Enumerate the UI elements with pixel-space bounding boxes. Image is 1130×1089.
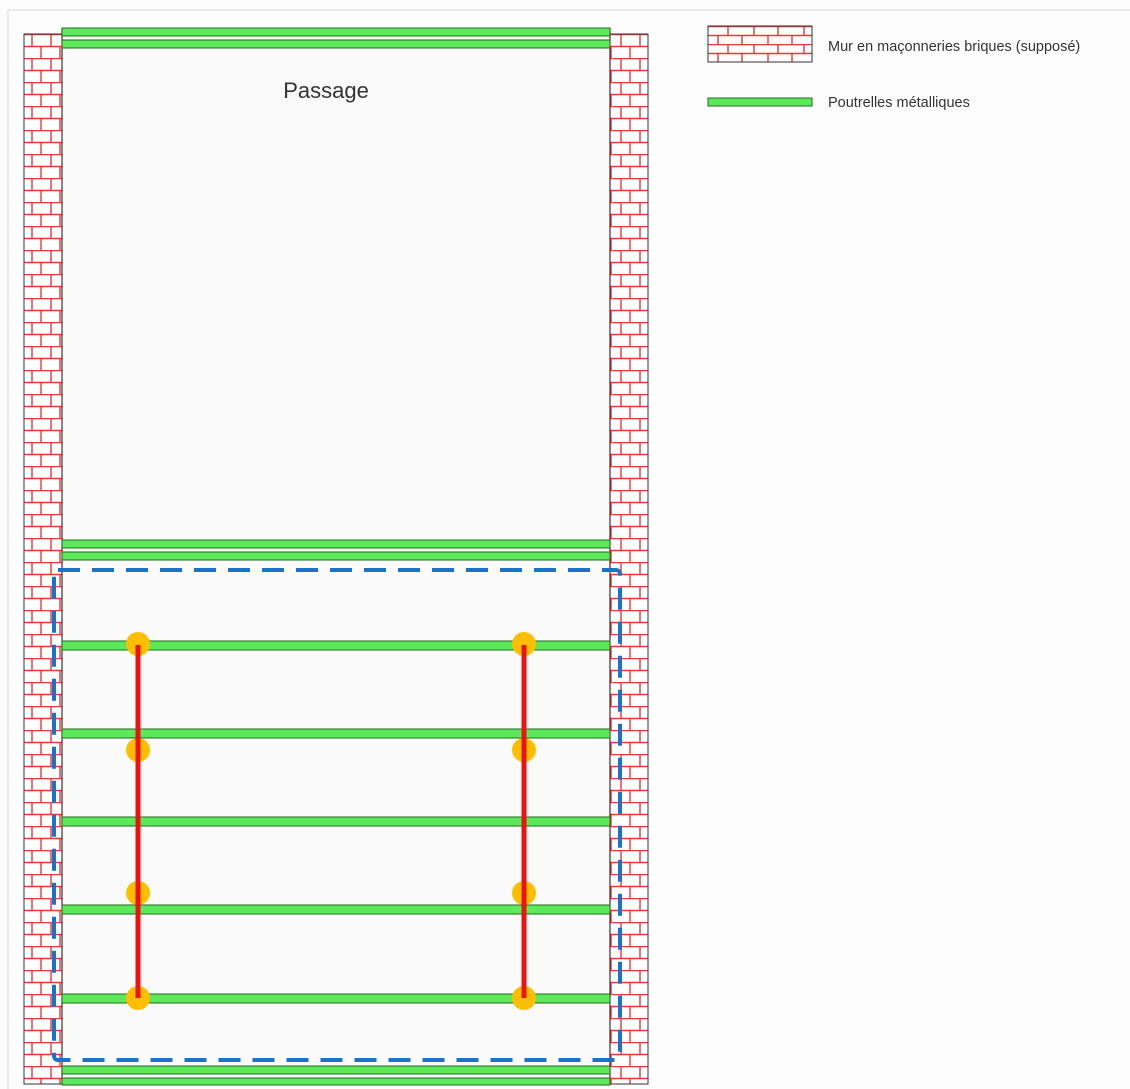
steel-beam-icon bbox=[707, 97, 813, 107]
beam-zone-2 bbox=[61, 728, 611, 739]
beam-bottom-1 bbox=[61, 1065, 611, 1075]
beam-top-2 bbox=[61, 39, 611, 49]
brick-wall-icon bbox=[707, 25, 813, 63]
legend-wall-label: Mur en maçonneries briques (supposé) bbox=[828, 39, 1080, 55]
left-brick-wall bbox=[23, 33, 63, 1085]
beam-zone-3 bbox=[61, 816, 611, 827]
beam-mid-2 bbox=[61, 551, 611, 561]
legend-item-wall: Mur en maçonneries briques (supposé) bbox=[707, 25, 1080, 63]
beam-top-1 bbox=[61, 27, 611, 37]
beam-zone-4 bbox=[61, 904, 611, 915]
legend-beam-label: Poutrelles métalliques bbox=[828, 95, 970, 111]
beam-bottom-2 bbox=[61, 1077, 611, 1086]
room-label-passage: Passage bbox=[283, 78, 369, 103]
right-brick-wall bbox=[609, 33, 649, 1085]
legend: Mur en maçonneries briques (supposé) Pou… bbox=[707, 25, 1080, 111]
beam-mid-1 bbox=[61, 539, 611, 549]
legend-item-beam: Poutrelles métalliques bbox=[707, 95, 970, 111]
floor-plan-diagram: Passage Mur en maçonneries briques (supp… bbox=[7, 9, 1130, 1089]
